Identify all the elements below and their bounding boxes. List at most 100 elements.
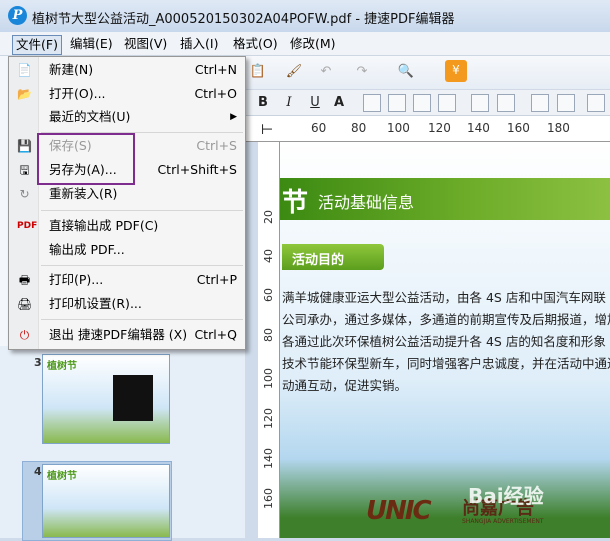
exit-icon: ⏻	[19, 328, 30, 342]
save-as-icon: 🖫	[19, 163, 30, 177]
purpose-tag: 活动目的	[282, 244, 384, 270]
new-document-icon: 📄	[17, 63, 32, 77]
section-banner: 节 活动基础信息	[280, 178, 610, 220]
ruler-mark: 140	[467, 121, 490, 135]
bold-button[interactable]: B	[255, 93, 271, 113]
menu-item-recent[interactable]: 最近的文档(U) ▶	[9, 106, 245, 128]
menu-item-exit[interactable]: ⏻ 退出 捷速PDF编辑器 (X) Ctrl+Q	[9, 324, 245, 346]
paragraph-icon[interactable]	[587, 94, 605, 112]
menu-item-label: 打开(O)...	[49, 86, 106, 101]
menu-format[interactable]: 格式(O)	[230, 35, 281, 55]
menu-bar: 文件(F) 编辑(E) 视图(V) 插入(I) 格式(O) 修改(M)	[0, 32, 610, 56]
menu-item-label: 输出成 PDF...	[49, 242, 125, 257]
window-title: 植树节大型公益活动_A000520150302A04POFW.pdf - 捷速P…	[32, 12, 455, 27]
text-tool-icon[interactable]	[471, 94, 489, 112]
reload-icon: ↻	[19, 187, 30, 201]
submenu-arrow-icon: ▶	[230, 112, 237, 122]
menu-item-printer-settings[interactable]: 🖨 打印机设置(R)...	[9, 293, 245, 315]
list-icon[interactable]	[531, 94, 549, 112]
ruler-mark: 100	[387, 121, 410, 135]
open-folder-icon: 📂	[17, 87, 32, 101]
ruler-cursor-icon: ⊢	[261, 122, 274, 138]
title-bar: P 植树节大型公益活动_A000520150302A04POFW.pdf - 捷…	[0, 0, 610, 32]
menu-item-reload[interactable]: ↻ 重新装入(R)	[9, 183, 245, 205]
vruler-mark: 120	[262, 408, 275, 429]
align-center-icon[interactable]	[388, 94, 406, 112]
highlight-box	[37, 133, 135, 185]
align-right-icon[interactable]	[413, 94, 431, 112]
italic-button[interactable]: I	[281, 93, 297, 113]
menu-item-export-pdf-direct[interactable]: PDF 直接输出成 PDF(C)	[9, 215, 245, 237]
menu-item-label: 打印(P)...	[49, 272, 104, 287]
thumb-page-number: 3	[34, 356, 42, 369]
paragraph-line: 动通互动，促进实销。	[282, 378, 408, 393]
vruler-mark: 80	[262, 328, 275, 342]
paragraph-line: 公司承办，通过多媒体，多通道的前期宣传及后期报道，增加	[282, 312, 610, 327]
pdf-icon: PDF	[17, 221, 38, 231]
menu-item-print[interactable]: 🖶 打印(P)... Ctrl+P	[9, 269, 245, 291]
printer-settings-icon: 🖨	[17, 297, 33, 311]
align-justify-icon[interactable]	[438, 94, 456, 112]
menu-view[interactable]: 视图(V)	[121, 35, 170, 55]
section-title: 活动基础信息	[318, 193, 415, 212]
undo-icon[interactable]: ↶	[317, 62, 335, 82]
page-thumbnail-3[interactable]: 植树节	[42, 354, 170, 444]
menu-item-open[interactable]: 📂 打开(O)... Ctrl+O	[9, 83, 245, 105]
format-painter-icon[interactable]: 🖌	[285, 62, 303, 82]
app-logo-icon: P	[8, 6, 27, 25]
text-tool-2-icon[interactable]	[497, 94, 515, 112]
save-icon: 💾	[17, 139, 32, 153]
paragraph-line: 各通过此次环保植树公益活动提升各 4S 店的知名度和形象	[282, 334, 606, 349]
main-toolbar: 📋 🖌 ↶ ↷ 🔍 ¥	[245, 56, 610, 90]
menu-item-shortcut: Ctrl+Shift+S	[157, 162, 237, 177]
menu-file[interactable]: 文件(F)	[12, 35, 62, 55]
purpose-tag-label: 活动目的	[292, 253, 345, 268]
ruler-mark: 180	[547, 121, 570, 135]
paragraph-line: 满羊城健康亚运大型公益活动，由各 4S 店和中国汽车网联	[282, 290, 606, 305]
menu-item-new[interactable]: 📄 新建(N) Ctrl+N	[9, 59, 245, 81]
menu-insert[interactable]: 插入(I)	[177, 35, 221, 55]
vruler-mark: 40	[262, 249, 275, 263]
file-menu: 📄 新建(N) Ctrl+N 📂 打开(O)... Ctrl+O 最近的文档(U…	[8, 56, 246, 350]
redo-icon[interactable]: ↷	[353, 62, 371, 82]
page-thumbnail-4[interactable]: 植树节	[42, 464, 170, 538]
zoom-icon[interactable]: 🔍	[395, 62, 417, 82]
coin-icon[interactable]: ¥	[445, 60, 467, 82]
menu-edit[interactable]: 编辑(E)	[67, 35, 116, 55]
menu-item-label: 退出 捷速PDF编辑器 (X)	[49, 327, 188, 342]
horizontal-ruler: ⊢ 60 80 100 120 140 160 180	[245, 116, 610, 142]
watermark: Bai经验	[468, 484, 544, 508]
vruler-mark: 140	[262, 448, 275, 469]
paste-icon[interactable]: 📋	[249, 62, 267, 82]
menu-item-label: 新建(N)	[49, 62, 94, 77]
menu-item-label: 直接输出成 PDF(C)	[49, 218, 159, 233]
paragraph-line: 技术节能环保型新车，同时增强客户忠诚度，并在活动中通过	[282, 356, 610, 371]
menu-separator	[41, 265, 243, 266]
font-color-button[interactable]: A	[331, 93, 347, 113]
menu-item-shortcut: Ctrl+S	[196, 138, 237, 153]
ruler-mark: 80	[351, 121, 367, 135]
banner-char: 节	[282, 188, 309, 218]
menu-separator	[41, 319, 243, 320]
printer-icon: 🖶	[18, 273, 31, 287]
document-page[interactable]: 节 活动基础信息 活动目的 满羊城健康亚运大型公益活动，由各 4S 店和中国汽车…	[280, 142, 610, 538]
thumb-image	[113, 375, 153, 421]
menu-separator	[41, 210, 243, 211]
indent-icon[interactable]	[557, 94, 575, 112]
align-left-icon[interactable]	[363, 94, 381, 112]
ruler-mark: 60	[311, 121, 327, 135]
format-toolbar: B I U A	[245, 90, 610, 116]
vertical-ruler: 20 40 60 80 100 120 140 160	[258, 142, 280, 538]
logo-subtext: SHANGJIA ADVERTISEMENT	[462, 518, 544, 525]
vruler-mark: 160	[262, 488, 275, 509]
menu-item-label: 最近的文档(U)	[49, 109, 131, 124]
underline-button[interactable]: U	[307, 93, 323, 113]
menu-item-shortcut: Ctrl+O	[194, 86, 237, 101]
menu-modify[interactable]: 修改(M)	[287, 35, 339, 55]
menu-item-shortcut: Ctrl+N	[194, 62, 237, 77]
thumb-page-number: 4	[34, 465, 42, 478]
vruler-mark: 20	[262, 210, 275, 224]
thumb-title: 植树节	[47, 361, 77, 372]
menu-item-label: 重新装入(R)	[49, 186, 118, 201]
menu-item-export-pdf[interactable]: 输出成 PDF...	[9, 239, 245, 261]
